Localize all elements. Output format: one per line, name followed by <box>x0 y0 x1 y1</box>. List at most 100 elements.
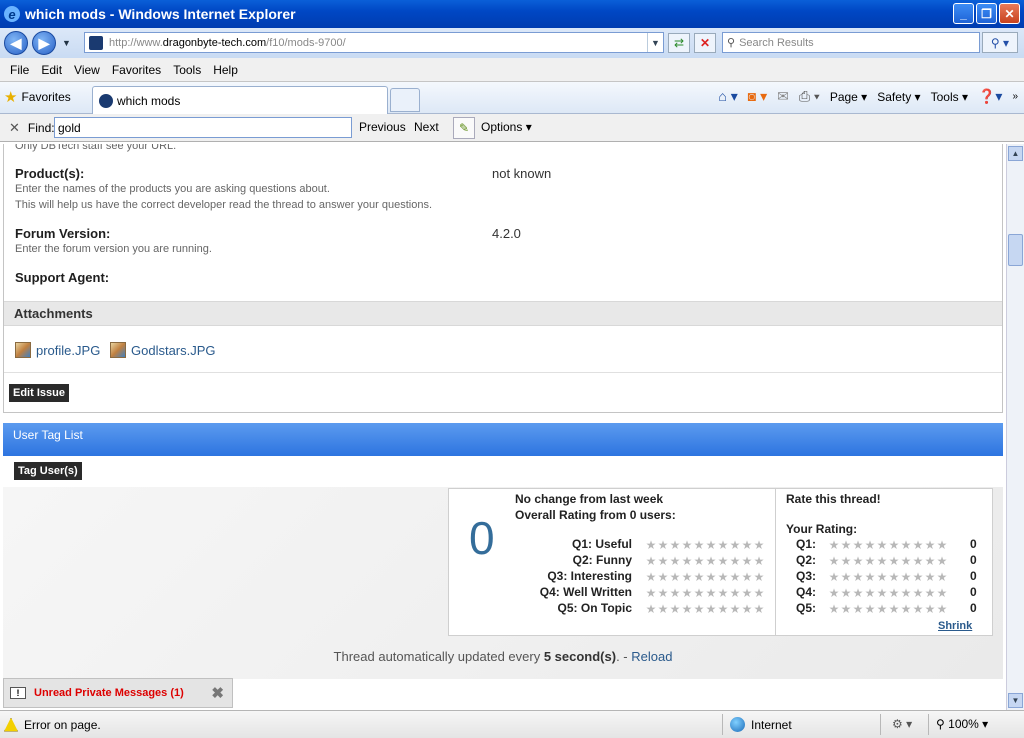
read-mail-icon[interactable]: ✉ <box>777 88 789 105</box>
your-rating-value: 0 <box>970 537 977 551</box>
search-field-icon: ⚲ <box>727 37 736 49</box>
feeds-icon[interactable]: ◙ ▾ <box>748 88 767 105</box>
address-dropdown-button[interactable]: ▼ <box>647 33 663 52</box>
shrink-link[interactable]: Shrink <box>938 620 972 632</box>
auto-update-sep: . - <box>616 649 632 664</box>
private-messages-bar[interactable]: ! Unread Private Messages (1) ✖ <box>3 678 233 708</box>
menu-file[interactable]: File <box>4 63 35 77</box>
menu-tools[interactable]: Tools <box>167 63 207 77</box>
your-rating-value: 0 <box>970 569 977 583</box>
home-icon[interactable]: ⌂ ▾ <box>718 88 737 105</box>
vertical-scrollbar[interactable]: ▲ ▼ <box>1006 144 1024 710</box>
minimize-button[interactable]: _ <box>953 3 974 24</box>
your-question-label: Q1: <box>796 537 817 551</box>
warning-icon[interactable] <box>4 717 18 732</box>
safety-menu[interactable]: Safety ▾ <box>877 90 920 104</box>
attachment-link[interactable]: Godlstars.JPG <box>110 342 216 358</box>
menu-help[interactable]: Help <box>207 63 244 77</box>
window-titlebar: e which mods - Windows Internet Explorer… <box>0 0 1024 28</box>
security-zone: Internet <box>730 717 792 732</box>
find-input[interactable] <box>54 117 352 138</box>
divider <box>722 714 723 735</box>
your-rating-stars[interactable]: ★ ★ ★ ★ ★ ★ ★ ★ ★ ★ <box>828 555 948 567</box>
site-favicon-icon <box>89 35 103 50</box>
overall-stars: ★ ★ ★ ★ ★ ★ ★ ★ ★ ★ <box>645 538 765 552</box>
product-value: not known <box>492 166 552 181</box>
forward-button[interactable]: ▶ <box>32 31 56 55</box>
zoom-control[interactable]: ⚲ 100% ▾ <box>936 717 988 731</box>
your-rating-stars[interactable]: ★ ★ ★ ★ ★ ★ ★ ★ ★ ★ <box>828 587 948 599</box>
your-question-label: Q5: <box>796 601 817 615</box>
toolbar-overflow-icon[interactable]: » <box>1012 91 1018 102</box>
divider <box>928 714 929 735</box>
close-find-icon[interactable]: ✕ <box>9 120 20 136</box>
zone-label: Internet <box>751 717 792 732</box>
maximize-button[interactable]: ❐ <box>976 3 997 24</box>
find-options-button[interactable]: Options ▾ <box>481 120 532 134</box>
tab-favicon-icon <box>99 93 113 108</box>
your-question-label: Q4: <box>796 585 817 599</box>
browser-tab[interactable]: which mods <box>92 86 388 114</box>
scroll-thumb[interactable] <box>1008 234 1023 266</box>
divider <box>880 714 881 735</box>
menu-bar: File Edit View Favorites Tools Help <box>0 58 1024 82</box>
your-rating-stars[interactable]: ★ ★ ★ ★ ★ ★ ★ ★ ★ ★ <box>828 603 948 615</box>
address-path: /f10/mods-9700/ <box>266 36 346 49</box>
your-rating-stars[interactable]: ★ ★ ★ ★ ★ ★ ★ ★ ★ ★ <box>828 539 948 551</box>
address-toolbar: ◀ ▶ ▼ http://www. dragonbyte-tech.com/f10… <box>0 28 1024 58</box>
menu-favorites[interactable]: Favorites <box>106 63 167 77</box>
reload-link[interactable]: Reload <box>631 649 672 664</box>
your-rating-stars[interactable]: ★ ★ ★ ★ ★ ★ ★ ★ ★ ★ <box>828 571 948 583</box>
overall-stars: ★ ★ ★ ★ ★ ★ ★ ★ ★ ★ <box>645 602 765 616</box>
question-label: Q2: Funny <box>572 553 632 567</box>
favorites-label: Favorites <box>21 90 71 104</box>
address-field[interactable]: http://www. dragonbyte-tech.com/f10/mods-… <box>84 32 664 53</box>
image-file-icon <box>15 342 31 358</box>
scroll-down-arrow[interactable]: ▼ <box>1008 693 1023 708</box>
refresh-button[interactable]: ⇄ <box>668 33 690 53</box>
stop-button[interactable]: ✕ <box>694 33 716 53</box>
window-title: which mods - Windows Internet Explorer <box>25 6 296 22</box>
overall-stars: ★ ★ ★ ★ ★ ★ ★ ★ ★ ★ <box>645 586 765 600</box>
attachments-heading: Attachments <box>4 301 1002 326</box>
scroll-up-arrow[interactable]: ▲ <box>1008 146 1023 161</box>
favorites-bar: ★ Favorites which mods ⌂ ▾ ◙ ▾ ✉ ⎙ ▾ Pag… <box>0 82 1024 114</box>
highlight-icon[interactable]: ✎ <box>453 117 475 139</box>
close-pm-icon[interactable]: ✖ <box>211 684 224 702</box>
search-button[interactable]: ⚲ ▾ <box>982 32 1018 53</box>
page-content: Only DBTech staff see your URL. Product(… <box>0 144 1006 710</box>
search-placeholder: Search Results <box>739 36 814 49</box>
mail-icon: ! <box>10 687 26 699</box>
overall-rating-number: 0 <box>469 512 495 564</box>
auto-update-seconds: 5 second(s) <box>543 649 617 664</box>
your-rating-label: Your Rating: <box>786 522 858 536</box>
forum-version-value: 4.2.0 <box>492 226 521 241</box>
status-message[interactable]: Error on page. <box>24 718 101 732</box>
overall-stars: ★ ★ ★ ★ ★ ★ ★ ★ ★ ★ <box>645 554 765 568</box>
find-previous-button[interactable]: Previous <box>359 120 406 134</box>
find-next-button[interactable]: Next <box>414 120 439 134</box>
menu-edit[interactable]: Edit <box>35 63 68 77</box>
tag-users-button[interactable]: Tag User(s) <box>14 462 82 480</box>
your-question-label: Q2: <box>796 553 817 567</box>
protected-mode-icon[interactable]: ⚙ ▾ <box>892 717 912 731</box>
attachment-link[interactable]: profile.JPG <box>15 342 100 358</box>
favorites-button[interactable]: ★ Favorites <box>4 88 71 106</box>
find-bar: ✕ Find: Previous Next ✎ Options ▾ <box>0 114 1024 142</box>
new-tab-button[interactable] <box>390 88 420 112</box>
recent-pages-dropdown[interactable]: ▼ <box>62 38 71 48</box>
page-menu[interactable]: Page ▾ <box>830 90 867 104</box>
print-icon[interactable]: ⎙ ▾ <box>799 88 820 105</box>
private-messages-label: Unread Private Messages (1) <box>34 687 184 699</box>
back-button[interactable]: ◀ <box>4 31 28 55</box>
forum-version-desc: Enter the forum version you are running. <box>15 243 212 255</box>
close-window-button[interactable]: ✕ <box>999 3 1020 24</box>
address-prefix: http://www. <box>109 36 163 49</box>
overall-rating-text: Overall Rating from 0 users: <box>515 508 676 522</box>
rating-change-text: No change from last week <box>515 492 664 506</box>
tools-menu[interactable]: Tools ▾ <box>931 90 968 104</box>
menu-view[interactable]: View <box>68 63 106 77</box>
help-icon[interactable]: ❓▾ <box>978 88 1002 105</box>
edit-issue-button[interactable]: Edit Issue <box>9 384 69 402</box>
search-input[interactable]: ⚲ Search Results <box>722 32 980 53</box>
